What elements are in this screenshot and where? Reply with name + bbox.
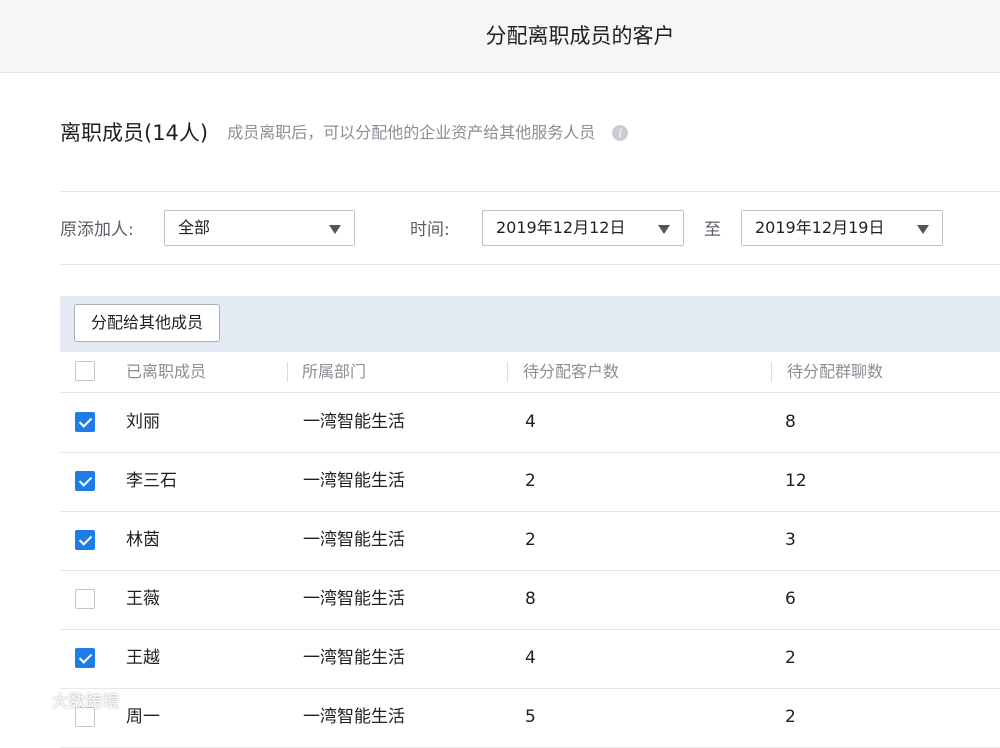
chevron-down-icon — [917, 225, 929, 234]
column-separator — [507, 362, 508, 382]
row-checkbox[interactable] — [75, 471, 95, 491]
member-name: 周一 — [126, 707, 160, 727]
pending-groups: 3 — [785, 530, 796, 550]
end-date-select[interactable]: 2019年12月19日 — [741, 210, 943, 246]
time-label: 时间: — [410, 220, 450, 240]
row-checkbox[interactable] — [75, 530, 95, 550]
table-toolbar: 分配给其他成员 — [60, 296, 1000, 352]
member-name: 刘丽 — [126, 412, 160, 432]
divider — [60, 264, 1000, 265]
column-separator — [287, 362, 288, 382]
pending-customers: 2 — [525, 530, 536, 550]
pending-customers: 2 — [525, 471, 536, 491]
department: 一湾智能生活 — [303, 471, 405, 491]
filter-bar: 原添加人: 全部 时间: 2019年12月12日 至 2019年12月19日 — [60, 210, 1000, 250]
start-date-value: 2019年12月12日 — [496, 218, 626, 237]
chevron-down-icon — [658, 225, 670, 234]
adder-select[interactable]: 全部 — [164, 210, 355, 246]
pending-customers: 5 — [525, 707, 536, 727]
member-name: 王薇 — [126, 589, 160, 609]
pending-groups: 6 — [785, 589, 796, 609]
column-header-customers: 待分配客户数 — [523, 362, 620, 381]
divider — [60, 191, 1000, 192]
table-row[interactable]: 林茵 一湾智能生活 2 3 — [60, 511, 1000, 571]
row-checkbox[interactable] — [75, 412, 95, 432]
member-name: 李三石 — [126, 471, 177, 491]
column-header-member: 已离职成员 — [126, 362, 207, 381]
pending-customers: 4 — [525, 648, 536, 668]
adder-select-value: 全部 — [178, 218, 211, 237]
department: 一湾智能生活 — [303, 648, 405, 668]
watermark-text: 大数跨境 — [51, 692, 120, 712]
dialog-header: 分配离职成员的客户 — [0, 0, 1000, 73]
row-checkbox[interactable] — [75, 648, 95, 668]
department: 一湾智能生活 — [303, 707, 405, 727]
table-header: 已离职成员 所属部门 待分配客户数 待分配群聊数 — [60, 352, 1000, 393]
department: 一湾智能生活 — [303, 530, 405, 550]
page-title: 分配离职成员的客户 — [485, 24, 675, 48]
pending-groups: 12 — [785, 471, 807, 491]
pending-groups: 2 — [785, 648, 796, 668]
section-description: 成员离职后，可以分配他的企业资产给其他服务人员 — [227, 123, 596, 142]
department: 一湾智能生活 — [303, 589, 405, 609]
column-header-groups: 待分配群聊数 — [787, 362, 884, 381]
column-separator — [771, 362, 772, 382]
section-title: 离职成员(14人) — [60, 121, 209, 145]
pending-groups: 8 — [785, 412, 796, 432]
start-date-select[interactable]: 2019年12月12日 — [482, 210, 684, 246]
chevron-down-icon — [329, 225, 341, 234]
member-name: 林茵 — [126, 530, 160, 550]
table-row[interactable]: 王越 一湾智能生活 4 2 — [60, 629, 1000, 689]
column-header-department: 所属部门 — [302, 362, 367, 381]
table-row[interactable]: 周一 一湾智能生活 5 2 — [60, 688, 1000, 748]
section-header: 离职成员(14人) 成员离职后，可以分配他的企业资产给其他服务人员 i — [60, 113, 629, 153]
info-icon[interactable]: i — [612, 125, 629, 141]
row-checkbox[interactable] — [75, 589, 95, 609]
select-all-checkbox[interactable] — [75, 361, 95, 381]
pending-customers: 4 — [525, 412, 536, 432]
member-name: 王越 — [126, 648, 160, 668]
department: 一湾智能生活 — [303, 412, 405, 432]
pending-groups: 2 — [785, 707, 796, 727]
table-row[interactable]: 刘丽 一湾智能生活 4 8 — [60, 393, 1000, 453]
pending-customers: 8 — [525, 589, 536, 609]
to-label: 至 — [704, 220, 721, 240]
end-date-value: 2019年12月19日 — [755, 218, 885, 237]
assign-to-others-button[interactable]: 分配给其他成员 — [74, 304, 221, 342]
watermark: 大数跨境 — [8, 688, 119, 716]
logo-icon — [9, 696, 42, 710]
table-row[interactable]: 王薇 一湾智能生活 8 6 — [60, 570, 1000, 630]
table-row[interactable]: 李三石 一湾智能生活 2 12 — [60, 452, 1000, 512]
adder-label: 原添加人: — [60, 220, 134, 240]
